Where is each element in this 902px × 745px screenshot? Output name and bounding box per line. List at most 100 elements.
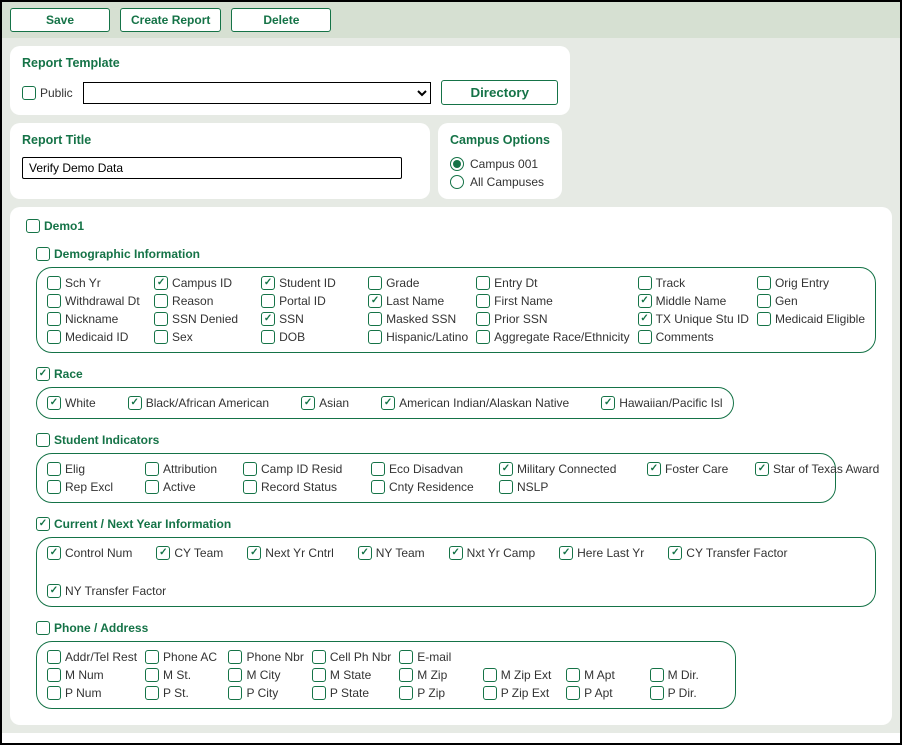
directory-button[interactable]: Directory	[441, 80, 558, 105]
option-checkbox[interactable]: M Zip Ext	[483, 668, 558, 682]
option-checkbox[interactable]: ✓White	[47, 396, 96, 410]
option-checkbox[interactable]: ✓Hawaiian/Pacific Isl	[601, 396, 722, 410]
option-checkbox[interactable]: Elig	[47, 462, 137, 476]
option-checkbox[interactable]: P Zip Ext	[483, 686, 558, 700]
campus-001-radio[interactable]: Campus 001	[450, 157, 550, 171]
option-checkbox[interactable]: ✓CY Team	[156, 546, 223, 560]
option-checkbox[interactable]: Camp ID Resid	[243, 462, 363, 476]
option-checkbox[interactable]: M Zip	[399, 668, 474, 682]
option-label: M State	[330, 668, 371, 682]
template-select[interactable]	[83, 82, 432, 104]
demographic-header-checkbox[interactable]: Demographic Information	[36, 247, 876, 261]
option-checkbox[interactable]: ✓TX Unique Stu ID	[638, 312, 749, 326]
option-checkbox[interactable]: E-mail	[399, 650, 474, 664]
race-header-checkbox[interactable]: ✓ Race	[36, 367, 876, 381]
option-checkbox[interactable]: SSN Denied	[154, 312, 253, 326]
report-title-input[interactable]	[22, 157, 402, 179]
option-checkbox[interactable]: ✓Asian	[301, 396, 349, 410]
option-checkbox[interactable]: Addr/Tel Rest	[47, 650, 137, 664]
option-checkbox[interactable]: ✓CY Transfer Factor	[668, 546, 787, 560]
option-checkbox[interactable]: Track	[638, 276, 749, 290]
option-checkbox[interactable]: ✓Control Num	[47, 546, 132, 560]
si-header-checkbox[interactable]: Student Indicators	[36, 433, 876, 447]
cy-header-checkbox[interactable]: ✓ Current / Next Year Information	[36, 517, 876, 531]
checkbox-icon	[154, 330, 168, 344]
option-checkbox[interactable]: ✓NY Team	[358, 546, 425, 560]
phone-header-checkbox[interactable]: Phone / Address	[36, 621, 876, 635]
option-checkbox[interactable]: M City	[228, 668, 303, 682]
option-checkbox[interactable]: ✓Next Yr Cntrl	[247, 546, 333, 560]
option-checkbox[interactable]: Cnty Residence	[371, 480, 491, 494]
option-checkbox[interactable]: Active	[145, 480, 235, 494]
checkbox-icon	[638, 276, 652, 290]
public-checkbox[interactable]: Public	[22, 86, 73, 100]
option-checkbox[interactable]: Sch Yr	[47, 276, 146, 290]
checkbox-icon: ✓	[499, 462, 513, 476]
checkbox-icon: ✓	[47, 584, 61, 598]
checkbox-icon: ✓	[358, 546, 372, 560]
save-button[interactable]: Save	[10, 8, 110, 32]
option-checkbox[interactable]: M Apt	[566, 668, 641, 682]
checkbox-icon	[399, 650, 413, 664]
option-checkbox[interactable]: Attribution	[145, 462, 235, 476]
checkbox-icon	[47, 330, 61, 344]
option-checkbox[interactable]: Phone AC	[145, 650, 220, 664]
option-checkbox[interactable]: ✓Foster Care	[647, 462, 747, 476]
checkbox-icon	[476, 276, 490, 290]
checkbox-icon: ✓	[47, 546, 61, 560]
option-checkbox[interactable]: ✓SSN	[261, 312, 360, 326]
option-checkbox[interactable]: Comments	[638, 330, 749, 344]
option-checkbox[interactable]: M Num	[47, 668, 137, 682]
option-checkbox[interactable]: Entry Dt	[476, 276, 629, 290]
option-checkbox[interactable]: Record Status	[243, 480, 363, 494]
option-checkbox[interactable]: NSLP	[499, 480, 639, 494]
demo1-checkbox[interactable]: Demo1	[26, 219, 876, 233]
option-checkbox[interactable]: ✓Star of Texas Award	[755, 462, 879, 476]
option-checkbox[interactable]: Nickname	[47, 312, 146, 326]
option-checkbox[interactable]: P City	[228, 686, 303, 700]
option-checkbox[interactable]: Sex	[154, 330, 253, 344]
option-checkbox[interactable]: P St.	[145, 686, 220, 700]
option-checkbox[interactable]: ✓American Indian/Alaskan Native	[381, 396, 569, 410]
option-checkbox[interactable]: M Dir.	[650, 668, 725, 682]
option-checkbox[interactable]: Cell Ph Nbr	[312, 650, 391, 664]
option-checkbox[interactable]: Eco Disadvan	[371, 462, 491, 476]
option-checkbox[interactable]: P Dir.	[650, 686, 725, 700]
option-checkbox[interactable]: First Name	[476, 294, 629, 308]
option-checkbox[interactable]: Aggregate Race/Ethnicity	[476, 330, 629, 344]
option-checkbox[interactable]: Prior SSN	[476, 312, 629, 326]
option-checkbox[interactable]: ✓NY Transfer Factor	[47, 584, 166, 598]
option-checkbox[interactable]: ✓Campus ID	[154, 276, 253, 290]
option-checkbox[interactable]: P Num	[47, 686, 137, 700]
all-campuses-radio[interactable]: All Campuses	[450, 175, 550, 189]
option-label: P Zip	[417, 686, 445, 700]
option-checkbox[interactable]: ✓Military Connected	[499, 462, 639, 476]
option-checkbox[interactable]: Phone Nbr	[228, 650, 303, 664]
option-checkbox[interactable]: P Apt	[566, 686, 641, 700]
option-checkbox[interactable]: Rep Excl	[47, 480, 137, 494]
option-checkbox[interactable]: Medicaid Eligible	[757, 312, 865, 326]
option-checkbox[interactable]: Medicaid ID	[47, 330, 146, 344]
create-report-button[interactable]: Create Report	[120, 8, 221, 32]
option-checkbox[interactable]: Grade	[368, 276, 468, 290]
option-checkbox[interactable]: ✓Last Name	[368, 294, 468, 308]
option-checkbox[interactable]: P State	[312, 686, 391, 700]
option-checkbox[interactable]: M St.	[145, 668, 220, 682]
option-checkbox[interactable]: DOB	[261, 330, 360, 344]
option-checkbox[interactable]: ✓Black/African American	[128, 396, 269, 410]
option-checkbox[interactable]: Hispanic/Latino	[368, 330, 468, 344]
delete-button[interactable]: Delete	[231, 8, 331, 32]
checkbox-icon	[47, 650, 61, 664]
option-checkbox[interactable]: Reason	[154, 294, 253, 308]
option-checkbox[interactable]: Withdrawal Dt	[47, 294, 146, 308]
option-checkbox[interactable]: ✓Student ID	[261, 276, 360, 290]
option-checkbox[interactable]: Gen	[757, 294, 865, 308]
option-checkbox[interactable]: Orig Entry	[757, 276, 865, 290]
option-checkbox[interactable]: P Zip	[399, 686, 474, 700]
option-checkbox[interactable]: M State	[312, 668, 391, 682]
option-checkbox[interactable]: ✓Middle Name	[638, 294, 749, 308]
option-checkbox[interactable]: ✓Here Last Yr	[559, 546, 644, 560]
option-checkbox[interactable]: ✓Nxt Yr Camp	[449, 546, 535, 560]
option-checkbox[interactable]: Masked SSN	[368, 312, 468, 326]
option-checkbox[interactable]: Portal ID	[261, 294, 360, 308]
